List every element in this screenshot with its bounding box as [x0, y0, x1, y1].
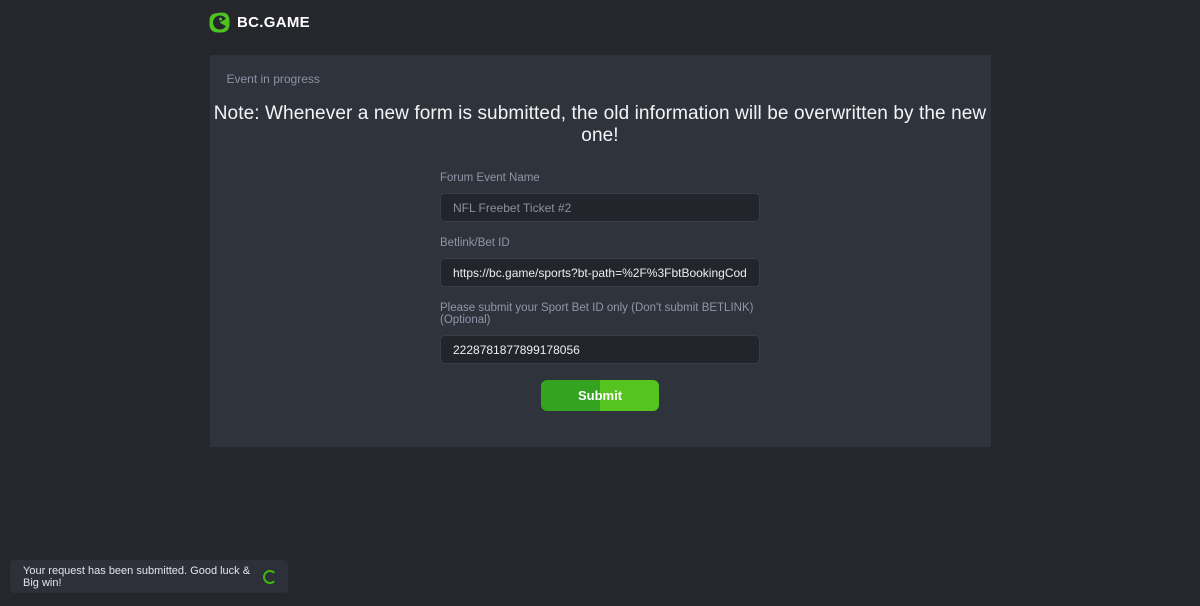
field-forum-event-name: Forum Event Name: [440, 172, 760, 222]
field-sport-bet-id: Please submit your Sport Bet ID only (Do…: [440, 302, 760, 364]
sport-bet-id-label: Please submit your Sport Bet ID only (Do…: [440, 302, 760, 326]
betlink-bet-id-input[interactable]: [440, 258, 760, 287]
event-status-label: Event in progress: [210, 55, 991, 86]
event-form: Forum Event Name Betlink/Bet ID Please s…: [440, 172, 760, 411]
overwrite-note: Note: Whenever a new form is submitted, …: [210, 103, 991, 147]
loading-spinner-icon: [263, 570, 277, 584]
forum-event-name-label: Forum Event Name: [440, 172, 760, 184]
bcgame-logo-icon: [209, 12, 230, 33]
betlink-bet-id-label: Betlink/Bet ID: [440, 237, 760, 249]
bcgame-logo[interactable]: BC.GAME: [209, 12, 310, 33]
bcgame-logo-text: BC.GAME: [237, 14, 310, 31]
submission-toast: Your request has been submitted. Good lu…: [10, 560, 288, 593]
event-form-panel: Event in progress Note: Whenever a new f…: [210, 55, 991, 447]
forum-event-name-input[interactable]: [440, 193, 760, 222]
sport-bet-id-input[interactable]: [440, 335, 760, 364]
submit-button[interactable]: Submit: [541, 380, 659, 411]
top-header: BC.GAME: [0, 0, 1200, 44]
toast-message: Your request has been submitted. Good lu…: [23, 565, 263, 589]
field-betlink-bet-id: Betlink/Bet ID: [440, 237, 760, 287]
